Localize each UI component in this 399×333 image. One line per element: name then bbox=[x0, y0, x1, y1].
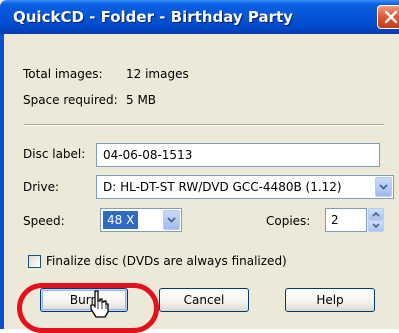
spin-down-button[interactable] bbox=[368, 220, 384, 232]
disc-label-value: 04-06-08-1513 bbox=[103, 148, 193, 162]
section-divider bbox=[24, 124, 384, 126]
copies-input[interactable]: 2 bbox=[325, 208, 367, 232]
cancel-button[interactable]: Cancel bbox=[159, 288, 249, 312]
close-icon bbox=[384, 10, 398, 24]
speed-select-value: 48 X bbox=[103, 211, 139, 229]
cancel-button-label: Cancel bbox=[183, 293, 225, 307]
dialog-window: QuickCD - Folder - Birthday Party Total … bbox=[0, 0, 399, 329]
chevron-down-icon bbox=[379, 184, 388, 190]
close-button[interactable] bbox=[377, 5, 399, 29]
space-required-label: Space required: bbox=[23, 93, 118, 107]
finalize-checkbox[interactable] bbox=[28, 255, 41, 268]
speed-label: Speed: bbox=[23, 214, 65, 228]
total-images-label: Total images: bbox=[23, 67, 103, 81]
spin-up-icon bbox=[372, 211, 380, 217]
speed-select[interactable]: 48 X bbox=[100, 208, 182, 232]
help-button[interactable]: Help bbox=[285, 288, 375, 312]
total-images-value: 12 images bbox=[126, 67, 189, 81]
finalize-label[interactable]: Finalize disc (DVDs are always finalized… bbox=[46, 254, 287, 268]
copies-label: Copies: bbox=[266, 214, 311, 228]
drive-select-value: D: HL-DT-ST RW/DVD GCC-4480B (1.12) bbox=[103, 180, 342, 194]
copies-spinner[interactable] bbox=[368, 208, 384, 232]
copies-value: 2 bbox=[331, 213, 339, 227]
spin-up-button[interactable] bbox=[368, 208, 384, 220]
window-title: QuickCD - Folder - Birthday Party bbox=[13, 8, 293, 26]
help-button-label: Help bbox=[316, 293, 344, 307]
space-required-value: 5 MB bbox=[126, 93, 157, 107]
disc-label-label: Disc label: bbox=[23, 147, 86, 161]
drive-select[interactable]: D: HL-DT-ST RW/DVD GCC-4480B (1.12) bbox=[96, 175, 394, 199]
disc-label-input[interactable]: 04-06-08-1513 bbox=[96, 143, 380, 167]
speed-dropdown-button[interactable] bbox=[163, 210, 180, 230]
cursor-pointer-icon bbox=[90, 290, 109, 318]
spin-down-icon bbox=[372, 223, 380, 229]
drive-label: Drive: bbox=[23, 180, 60, 194]
dialog-content: Total images: 12 images Space required: … bbox=[4, 34, 399, 329]
burn-button[interactable]: Burn bbox=[40, 288, 128, 312]
drive-dropdown-button[interactable] bbox=[375, 177, 392, 197]
chevron-down-icon bbox=[167, 217, 176, 223]
title-bar[interactable]: QuickCD - Folder - Birthday Party bbox=[0, 0, 399, 34]
